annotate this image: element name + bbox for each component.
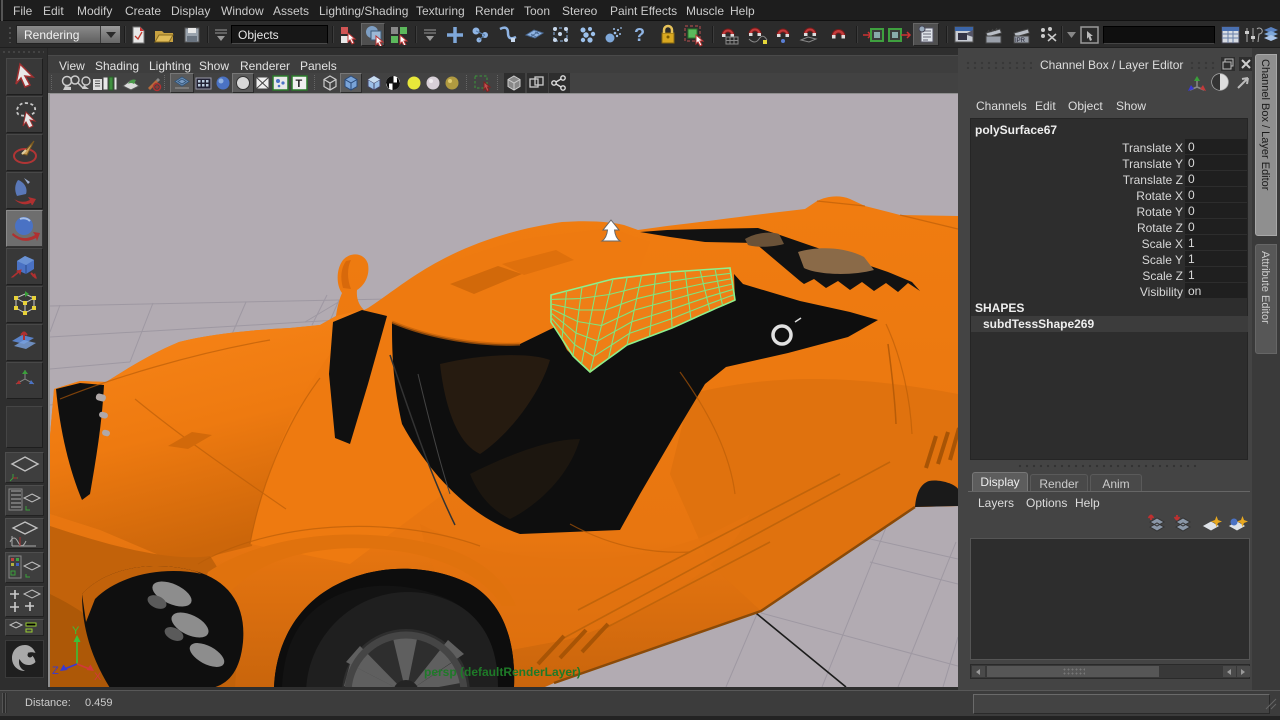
svg-text:Z: Z [52,665,59,677]
svg-text:X: X [94,671,102,683]
svg-text:?: ? [634,25,645,45]
svg-text:persp (defaultRenderLayer): persp (defaultRenderLayer) [424,665,581,679]
svg-text:IPR: IPR [1015,38,1026,44]
svg-text:Y: Y [72,625,80,637]
svg-text:T: T [296,78,303,90]
